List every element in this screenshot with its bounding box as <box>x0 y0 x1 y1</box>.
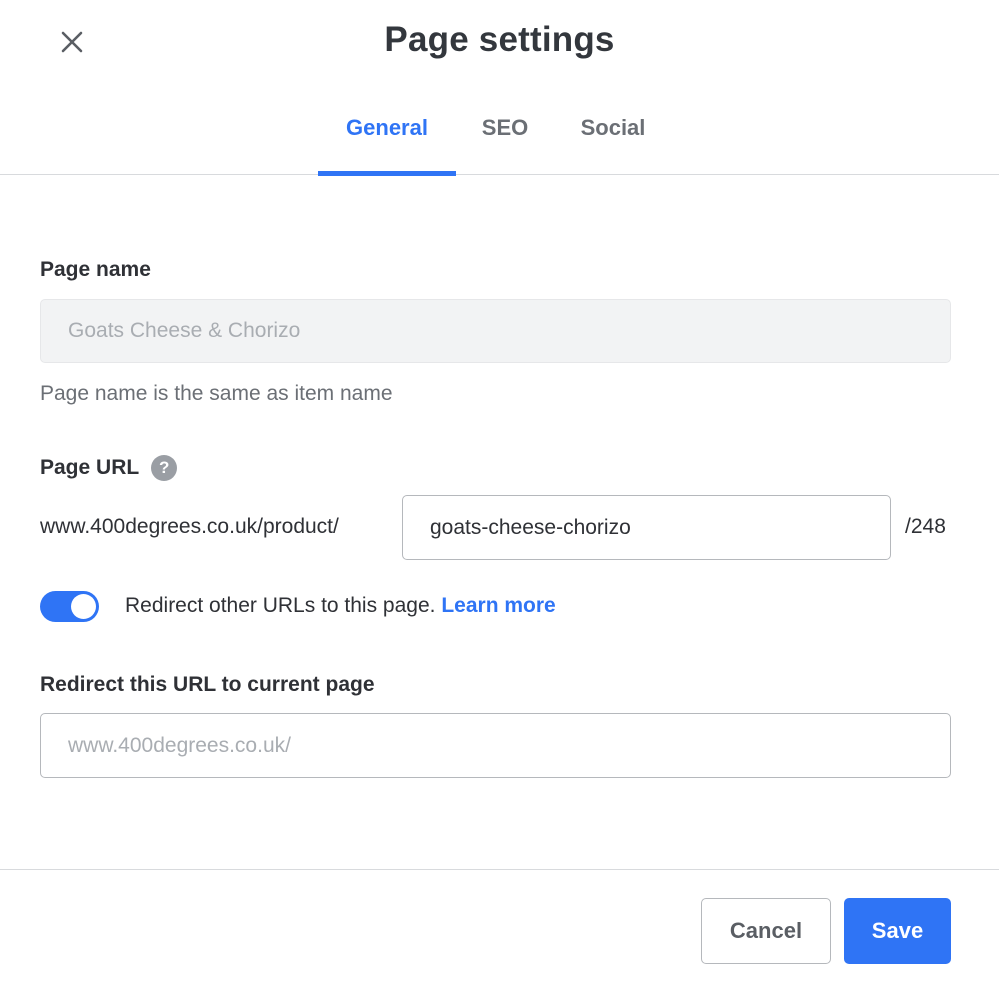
tab-general[interactable]: General <box>318 115 456 176</box>
save-button[interactable]: Save <box>844 898 951 964</box>
redirect-toggle-label: Redirect other URLs to this page. Learn … <box>125 594 556 618</box>
page-name-field: Goats Cheese & Chorizo <box>40 299 951 363</box>
page-name-hint: Page name is the same as item name <box>40 382 393 405</box>
toggle-knob <box>71 594 96 619</box>
url-suffix: /248 <box>905 515 946 538</box>
tab-social[interactable]: Social <box>562 115 664 175</box>
page-title: Page settings <box>384 20 615 59</box>
learn-more-link[interactable]: Learn more <box>441 594 555 617</box>
help-icon[interactable]: ? <box>151 455 178 481</box>
page-url-label-row: Page URL ? <box>40 455 178 481</box>
redirect-toggle-text: Redirect other URLs to this page. <box>125 594 436 617</box>
tab-seo[interactable]: SEO <box>466 115 544 175</box>
redirect-url-input[interactable]: www.400degrees.co.uk/ <box>40 713 951 778</box>
cancel-button[interactable]: Cancel <box>701 898 831 964</box>
help-icon-glyph: ? <box>158 458 170 477</box>
redirect-url-label: Redirect this URL to current page <box>40 673 375 696</box>
redirect-toggle[interactable] <box>40 591 99 622</box>
page-name-label: Page name <box>40 258 151 281</box>
page-url-label: Page URL <box>40 456 140 479</box>
url-slug-input[interactable]: goats-cheese-chorizo <box>402 495 891 560</box>
tab-bar: General SEO Social <box>0 95 999 176</box>
footer-divider <box>0 869 999 870</box>
url-prefix: www.400degrees.co.uk/product/ <box>40 515 339 538</box>
